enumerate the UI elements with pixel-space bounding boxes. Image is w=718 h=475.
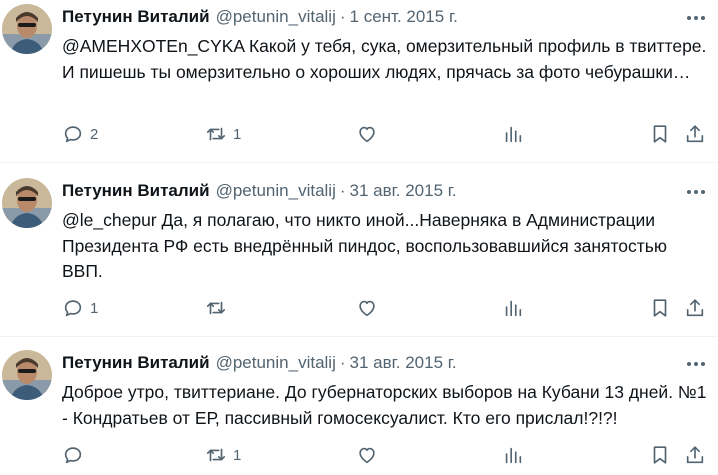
retweet-icon bbox=[206, 127, 226, 141]
separator: · bbox=[339, 7, 346, 26]
reply-button[interactable]: 2 bbox=[62, 122, 98, 146]
reply-button[interactable]: 1 bbox=[62, 296, 98, 320]
separator: · bbox=[339, 181, 346, 200]
bookmark-button[interactable] bbox=[649, 443, 671, 467]
reply-icon bbox=[64, 300, 82, 317]
tweet-text: Доброе утро, твиттериане. До губернаторс… bbox=[62, 382, 707, 428]
author-name[interactable]: Петунин Виталий bbox=[62, 180, 210, 202]
reply-icon bbox=[64, 126, 82, 143]
tweet[interactable]: Петунин Виталий @petunin_vitalij · 1 сен… bbox=[0, 0, 718, 163]
retweet-icon bbox=[206, 448, 226, 462]
timeline: Петунин Виталий @petunin_vitalij · 1 сен… bbox=[0, 0, 718, 475]
retweet-button[interactable]: 1 bbox=[205, 122, 241, 146]
heart-icon bbox=[359, 300, 375, 317]
share-button[interactable] bbox=[684, 122, 706, 146]
reply-count: 2 bbox=[90, 125, 99, 143]
retweet-button[interactable] bbox=[205, 296, 233, 320]
heart-icon bbox=[359, 126, 375, 143]
reply-count: 1 bbox=[90, 299, 99, 317]
retweet-icon bbox=[206, 301, 226, 315]
author-handle[interactable]: @petunin_vitalij bbox=[216, 352, 336, 374]
bookmark-icon bbox=[653, 446, 667, 464]
share-icon bbox=[686, 299, 704, 317]
retweet-count: 1 bbox=[233, 125, 242, 143]
avatar[interactable] bbox=[2, 350, 52, 400]
tweet-actions: 1 bbox=[62, 296, 712, 320]
tweet-date[interactable]: 31 авг. 2015 г. bbox=[350, 180, 457, 202]
share-button[interactable] bbox=[684, 296, 706, 320]
views-button[interactable] bbox=[502, 443, 524, 467]
tweet-date[interactable]: 1 сент. 2015 г. bbox=[350, 6, 458, 28]
avatar[interactable] bbox=[2, 178, 52, 228]
share-icon bbox=[686, 446, 704, 464]
tweet-actions: 2 1 bbox=[62, 122, 712, 146]
retweet-count: 1 bbox=[233, 446, 242, 464]
tweet-actions: 1 bbox=[62, 443, 712, 467]
author-handle[interactable]: @petunin_vitalij bbox=[216, 6, 336, 28]
bookmark-button[interactable] bbox=[649, 296, 671, 320]
tweet-date[interactable]: 31 авг. 2015 г. bbox=[350, 352, 457, 374]
more-options-icon[interactable] bbox=[684, 182, 708, 202]
bookmark-icon bbox=[653, 125, 667, 143]
retweet-button[interactable]: 1 bbox=[205, 443, 241, 467]
tweet[interactable]: Петунин Виталий @petunin_vitalij · 31 ав… bbox=[0, 174, 718, 337]
tweet-text: @AMEHXOTEn_CYKA Какой у тебя, сука, омер… bbox=[62, 36, 707, 82]
avatar[interactable] bbox=[2, 4, 52, 54]
tweet-header: Петунин Виталий @petunin_vitalij · 31 ав… bbox=[62, 180, 457, 202]
reply-icon bbox=[64, 447, 82, 464]
author-handle[interactable]: @petunin_vitalij bbox=[216, 180, 336, 202]
bookmark-button[interactable] bbox=[649, 122, 671, 146]
views-button[interactable] bbox=[502, 296, 524, 320]
tweet[interactable]: Петунин Виталий @petunin_vitalij · 31 ав… bbox=[0, 346, 718, 475]
author-name[interactable]: Петунин Виталий bbox=[62, 352, 210, 374]
heart-icon bbox=[359, 447, 375, 464]
reply-button[interactable] bbox=[62, 443, 90, 467]
author-name[interactable]: Петунин Виталий bbox=[62, 6, 210, 28]
share-button[interactable] bbox=[684, 443, 706, 467]
like-button[interactable] bbox=[356, 443, 384, 467]
like-button[interactable] bbox=[356, 122, 384, 146]
tweet-header: Петунин Виталий @petunin_vitalij · 1 сен… bbox=[62, 6, 458, 28]
analytics-icon bbox=[505, 300, 522, 317]
tweet-text: @le_chepur Да, я полагаю, что никто иной… bbox=[62, 210, 668, 281]
analytics-icon bbox=[505, 126, 522, 143]
share-icon bbox=[686, 125, 704, 143]
bookmark-icon bbox=[653, 299, 667, 317]
like-button[interactable] bbox=[356, 296, 384, 320]
more-options-icon[interactable] bbox=[684, 8, 708, 28]
separator: · bbox=[339, 353, 346, 372]
analytics-icon bbox=[505, 447, 522, 464]
views-button[interactable] bbox=[502, 122, 524, 146]
more-options-icon[interactable] bbox=[684, 354, 708, 374]
tweet-header: Петунин Виталий @petunin_vitalij · 31 ав… bbox=[62, 352, 457, 374]
